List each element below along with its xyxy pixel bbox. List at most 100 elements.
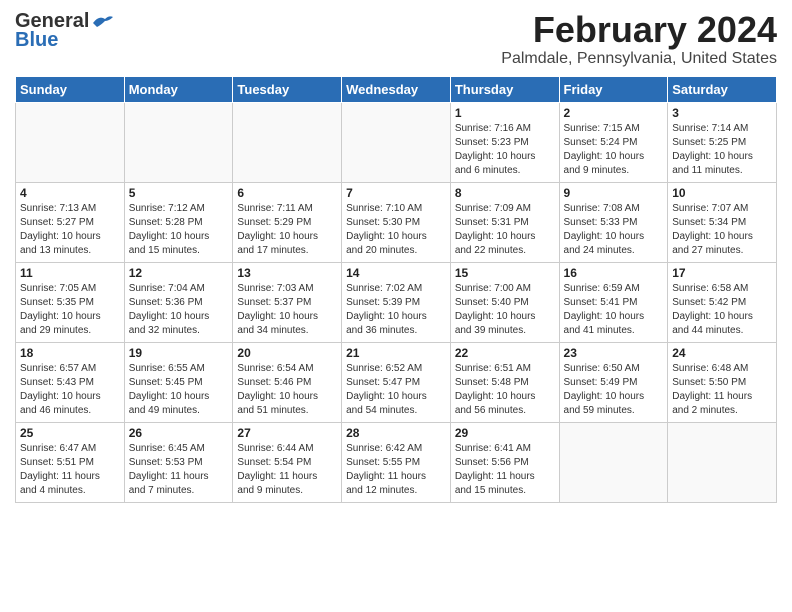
day-number: 7 [346, 186, 446, 200]
calendar-cell: 24 Sunrise: 6:48 AM Sunset: 5:50 PM Dayli… [668, 342, 777, 422]
calendar-cell: 2 Sunrise: 7:15 AM Sunset: 5:24 PM Daylig… [559, 102, 668, 182]
day-number: 2 [564, 106, 664, 120]
day-info: Sunrise: 6:45 AM Sunset: 5:53 PM Dayligh… [129, 442, 229, 498]
day-number: 24 [672, 346, 772, 360]
day-info: Sunrise: 7:14 AM Sunset: 5:25 PM Dayligh… [672, 122, 772, 178]
weekday-header-row: SundayMondayTuesdayWednesdayThursdayFrid… [16, 76, 777, 102]
calendar-week-row: 4 Sunrise: 7:13 AM Sunset: 5:27 PM Daylig… [16, 182, 777, 262]
weekday-header-friday: Friday [559, 76, 668, 102]
calendar-cell: 4 Sunrise: 7:13 AM Sunset: 5:27 PM Daylig… [16, 182, 125, 262]
calendar-cell: 13 Sunrise: 7:03 AM Sunset: 5:37 PM Dayli… [233, 262, 342, 342]
day-info: Sunrise: 7:12 AM Sunset: 5:28 PM Dayligh… [129, 202, 229, 258]
calendar-cell: 12 Sunrise: 7:04 AM Sunset: 5:36 PM Dayli… [124, 262, 233, 342]
day-info: Sunrise: 7:07 AM Sunset: 5:34 PM Dayligh… [672, 202, 772, 258]
weekday-header-wednesday: Wednesday [342, 76, 451, 102]
day-info: Sunrise: 7:05 AM Sunset: 5:35 PM Dayligh… [20, 282, 120, 338]
calendar-table: SundayMondayTuesdayWednesdayThursdayFrid… [15, 76, 777, 503]
calendar-cell: 23Sunrise: 6:50 AM Sunset: 5:49 PM Dayli… [559, 342, 668, 422]
weekday-header-saturday: Saturday [668, 76, 777, 102]
weekday-header-thursday: Thursday [450, 76, 559, 102]
calendar-cell: 26 Sunrise: 6:45 AM Sunset: 5:53 PM Dayli… [124, 422, 233, 502]
day-number: 9 [564, 186, 664, 200]
day-number: 27 [237, 426, 337, 440]
weekday-header-sunday: Sunday [16, 76, 125, 102]
day-number: 12 [129, 266, 229, 280]
day-number: 3 [672, 106, 772, 120]
day-info: Sunrise: 6:47 AM Sunset: 5:51 PM Dayligh… [20, 442, 120, 498]
calendar-cell: 21 Sunrise: 6:52 AM Sunset: 5:47 PM Dayli… [342, 342, 451, 422]
calendar-cell: 17 Sunrise: 6:58 AM Sunset: 5:42 PM Dayli… [668, 262, 777, 342]
calendar-cell [342, 102, 451, 182]
day-info: Sunrise: 6:58 AM Sunset: 5:42 PM Dayligh… [672, 282, 772, 338]
calendar-cell: 20 Sunrise: 6:54 AM Sunset: 5:46 PM Dayli… [233, 342, 342, 422]
day-number: 22 [455, 346, 555, 360]
calendar-cell: 7Sunrise: 7:10 AM Sunset: 5:30 PM Daylig… [342, 182, 451, 262]
day-number: 6 [237, 186, 337, 200]
calendar-week-row: 18 Sunrise: 6:57 AM Sunset: 5:43 PM Dayli… [16, 342, 777, 422]
logo-blue-text: Blue [15, 29, 58, 52]
day-info: Sunrise: 6:44 AM Sunset: 5:54 PM Dayligh… [237, 442, 337, 498]
day-info: Sunrise: 6:42 AM Sunset: 5:55 PM Dayligh… [346, 442, 446, 498]
calendar-cell [233, 102, 342, 182]
day-info: Sunrise: 7:04 AM Sunset: 5:36 PM Dayligh… [129, 282, 229, 338]
calendar-week-row: 11 Sunrise: 7:05 AM Sunset: 5:35 PM Dayli… [16, 262, 777, 342]
title-section: February 2024 Palmdale, Pennsylvania, Un… [501, 10, 777, 68]
day-info: Sunrise: 6:51 AM Sunset: 5:48 PM Dayligh… [455, 362, 555, 418]
month-title: February 2024 [501, 10, 777, 50]
calendar-cell: 15Sunrise: 7:00 AM Sunset: 5:40 PM Dayli… [450, 262, 559, 342]
day-info: Sunrise: 7:15 AM Sunset: 5:24 PM Dayligh… [564, 122, 664, 178]
day-info: Sunrise: 7:00 AM Sunset: 5:40 PM Dayligh… [455, 282, 555, 338]
day-number: 17 [672, 266, 772, 280]
calendar-cell [16, 102, 125, 182]
calendar-cell: 3 Sunrise: 7:14 AM Sunset: 5:25 PM Daylig… [668, 102, 777, 182]
day-info: Sunrise: 7:16 AM Sunset: 5:23 PM Dayligh… [455, 122, 555, 178]
day-number: 28 [346, 426, 446, 440]
day-number: 8 [455, 186, 555, 200]
day-info: Sunrise: 7:11 AM Sunset: 5:29 PM Dayligh… [237, 202, 337, 258]
day-number: 18 [20, 346, 120, 360]
calendar-week-row: 1 Sunrise: 7:16 AM Sunset: 5:23 PM Daylig… [16, 102, 777, 182]
calendar-cell: 8 Sunrise: 7:09 AM Sunset: 5:31 PM Daylig… [450, 182, 559, 262]
day-number: 25 [20, 426, 120, 440]
day-number: 26 [129, 426, 229, 440]
day-number: 29 [455, 426, 555, 440]
day-info: Sunrise: 6:52 AM Sunset: 5:47 PM Dayligh… [346, 362, 446, 418]
day-number: 10 [672, 186, 772, 200]
day-info: Sunrise: 7:02 AM Sunset: 5:39 PM Dayligh… [346, 282, 446, 338]
day-info: Sunrise: 6:54 AM Sunset: 5:46 PM Dayligh… [237, 362, 337, 418]
day-info: Sunrise: 7:08 AM Sunset: 5:33 PM Dayligh… [564, 202, 664, 258]
day-number: 19 [129, 346, 229, 360]
calendar-cell [124, 102, 233, 182]
calendar-cell: 25 Sunrise: 6:47 AM Sunset: 5:51 PM Dayli… [16, 422, 125, 502]
calendar-week-row: 25 Sunrise: 6:47 AM Sunset: 5:51 PM Dayli… [16, 422, 777, 502]
calendar-cell: 5 Sunrise: 7:12 AM Sunset: 5:28 PM Daylig… [124, 182, 233, 262]
calendar-cell: 11 Sunrise: 7:05 AM Sunset: 5:35 PM Dayli… [16, 262, 125, 342]
calendar-cell: 29Sunrise: 6:41 AM Sunset: 5:56 PM Dayli… [450, 422, 559, 502]
day-number: 1 [455, 106, 555, 120]
calendar-cell: 6 Sunrise: 7:11 AM Sunset: 5:29 PM Daylig… [233, 182, 342, 262]
day-number: 20 [237, 346, 337, 360]
day-info: Sunrise: 6:55 AM Sunset: 5:45 PM Dayligh… [129, 362, 229, 418]
day-number: 11 [20, 266, 120, 280]
logo-bird-icon [91, 13, 113, 29]
day-info: Sunrise: 6:50 AM Sunset: 5:49 PM Dayligh… [564, 362, 664, 418]
calendar-cell: 19 Sunrise: 6:55 AM Sunset: 5:45 PM Dayli… [124, 342, 233, 422]
calendar-cell [668, 422, 777, 502]
day-number: 21 [346, 346, 446, 360]
day-info: Sunrise: 7:13 AM Sunset: 5:27 PM Dayligh… [20, 202, 120, 258]
calendar-cell [559, 422, 668, 502]
day-info: Sunrise: 7:03 AM Sunset: 5:37 PM Dayligh… [237, 282, 337, 338]
location-title: Palmdale, Pennsylvania, United States [501, 50, 777, 68]
day-info: Sunrise: 7:09 AM Sunset: 5:31 PM Dayligh… [455, 202, 555, 258]
day-info: Sunrise: 6:59 AM Sunset: 5:41 PM Dayligh… [564, 282, 664, 338]
day-number: 13 [237, 266, 337, 280]
day-number: 5 [129, 186, 229, 200]
page-header: General Blue February 2024 Palmdale, Pen… [15, 10, 777, 68]
calendar-cell: 14 Sunrise: 7:02 AM Sunset: 5:39 PM Dayli… [342, 262, 451, 342]
day-info: Sunrise: 6:48 AM Sunset: 5:50 PM Dayligh… [672, 362, 772, 418]
day-number: 4 [20, 186, 120, 200]
day-number: 14 [346, 266, 446, 280]
day-info: Sunrise: 6:57 AM Sunset: 5:43 PM Dayligh… [20, 362, 120, 418]
calendar-cell: 9 Sunrise: 7:08 AM Sunset: 5:33 PM Daylig… [559, 182, 668, 262]
calendar-cell: 16Sunrise: 6:59 AM Sunset: 5:41 PM Dayli… [559, 262, 668, 342]
